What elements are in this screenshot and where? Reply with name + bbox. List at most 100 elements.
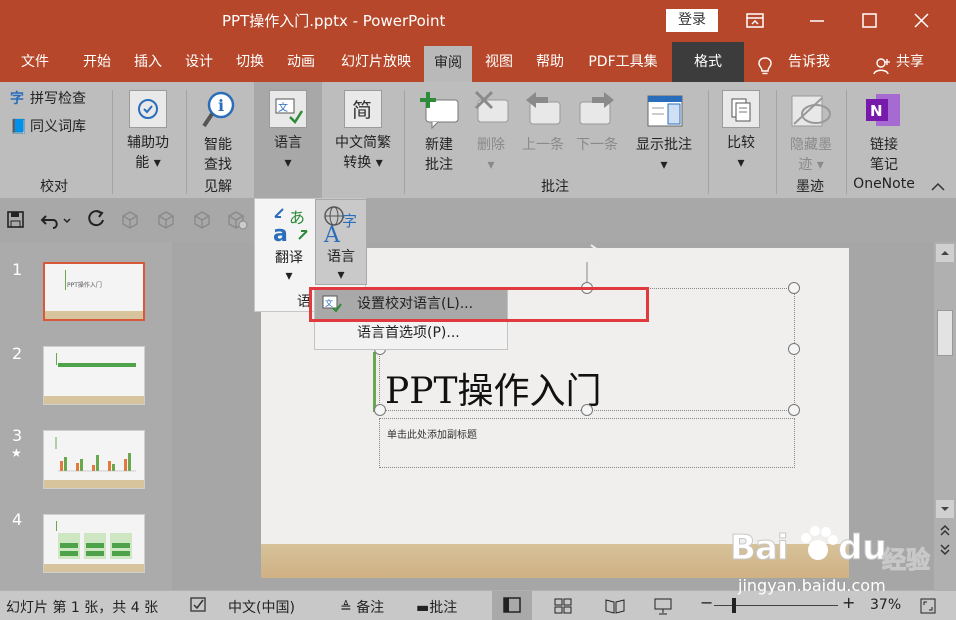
translate-dropdown-arrow: ▾ xyxy=(285,268,293,284)
smart-lookup-button[interactable]: i 智能 查找 xyxy=(190,88,246,174)
tab-format[interactable]: 格式 xyxy=(672,42,744,82)
group-separator xyxy=(708,90,709,194)
hide-ink-icon xyxy=(790,90,832,136)
slideshow-icon[interactable] xyxy=(652,596,674,620)
tab-design[interactable]: 设计 xyxy=(176,42,222,82)
svg-text:i: i xyxy=(218,96,224,115)
language-button[interactable]: 文 语言 ▾ xyxy=(254,88,322,174)
previous-slide-icon[interactable] xyxy=(936,522,954,542)
normal-view-button[interactable] xyxy=(492,591,532,620)
redo-icon[interactable] xyxy=(86,209,106,233)
minimize-icon[interactable] xyxy=(804,8,830,34)
scroll-thumb[interactable] xyxy=(937,310,953,356)
chinese-conversion-button[interactable]: 简 中文简繁 转换 ▾ xyxy=(326,88,400,174)
ribbon-display-icon[interactable] xyxy=(742,8,768,34)
next-comment-button[interactable]: 下一条 xyxy=(570,88,624,174)
normal-view-icon xyxy=(503,597,521,613)
3d-model-icon[interactable] xyxy=(192,210,212,234)
thumb-box xyxy=(58,533,80,559)
tab-transitions[interactable]: 切换 xyxy=(226,42,274,82)
baidu-paw-icon xyxy=(796,522,840,570)
maximize-icon[interactable] xyxy=(856,8,882,34)
tell-me-box[interactable]: 告诉我 xyxy=(754,42,838,82)
ink-group-label: 墨迹 xyxy=(796,179,824,195)
language-submenu-button[interactable]: A字 语言 ▾ xyxy=(315,199,367,285)
3d-model-icon[interactable] xyxy=(226,210,248,234)
language-preferences-item[interactable]: 语言首选项(P)... xyxy=(315,319,507,348)
tab-pdf-tools[interactable]: PDF工具集 xyxy=(580,42,666,82)
tab-review[interactable]: 审阅 xyxy=(424,46,472,82)
notes-button[interactable]: ≜ 备注 xyxy=(340,597,384,617)
scroll-down-icon[interactable] xyxy=(936,500,954,518)
translate-icon: aあ xyxy=(271,205,311,251)
quick-access-toolbar xyxy=(0,198,956,242)
tab-file[interactable]: 文件 xyxy=(6,42,64,82)
translate-button[interactable]: aあ 翻译 ▾ xyxy=(261,203,317,285)
thumb-floor xyxy=(44,480,144,488)
accessibility-check-icon[interactable] xyxy=(188,595,208,619)
undo-icon[interactable] xyxy=(40,210,74,234)
3d-model-icon[interactable] xyxy=(156,210,176,234)
slide-thumbnail-1[interactable]: PPT操作入门 xyxy=(43,262,145,321)
hide-ink-label-1: 隐藏墨 xyxy=(790,137,832,153)
tab-slideshow[interactable]: 幻灯片放映 xyxy=(330,42,422,82)
new-comment-icon xyxy=(418,90,462,136)
delete-comment-button[interactable]: 删除 ▾ xyxy=(468,88,514,174)
accessibility-label-2: 能 ▾ xyxy=(135,155,161,171)
show-comments-icon xyxy=(646,90,684,136)
slide-number: 1 xyxy=(12,260,23,279)
compare-button[interactable]: 比较 ▾ xyxy=(712,88,770,174)
linked-notes-button[interactable]: N 链接 笔记 xyxy=(850,88,918,174)
smart-lookup-label-1: 智能 xyxy=(204,137,232,153)
spell-check-button[interactable]: 字拼写检查 xyxy=(10,90,102,109)
previous-comment-button[interactable]: 上一条 xyxy=(516,88,570,174)
slide-thumbnail-3[interactable] xyxy=(43,430,145,489)
show-comments-button[interactable]: 显示批注 ▾ xyxy=(628,88,700,174)
thumb-accent-line xyxy=(56,521,57,531)
save-icon[interactable] xyxy=(6,210,26,234)
group-separator xyxy=(404,90,405,194)
svg-text:A: A xyxy=(323,223,341,244)
next-slide-icon[interactable] xyxy=(936,542,954,562)
tab-view[interactable]: 视图 xyxy=(476,42,522,82)
accessibility-icon xyxy=(129,90,167,128)
slide-sorter-icon[interactable] xyxy=(552,596,574,620)
thumb-accent-line xyxy=(65,270,66,290)
vertical-scrollbar[interactable] xyxy=(934,242,956,590)
thesaurus-button[interactable]: 📘 同义词库 xyxy=(10,118,102,137)
close-icon[interactable] xyxy=(908,8,934,34)
tab-help[interactable]: 帮助 xyxy=(526,42,574,82)
comments-status-button[interactable]: ▬批注 xyxy=(416,597,457,617)
group-separator xyxy=(846,90,847,194)
accessibility-button[interactable]: 辅助功 能 ▾ xyxy=(118,88,178,174)
share-button[interactable]: 共享 xyxy=(868,42,932,82)
proofing-group-label: 校对 xyxy=(40,179,68,195)
translate-label: 翻译 xyxy=(275,250,303,266)
svg-text:N: N xyxy=(870,102,883,120)
scroll-up-icon[interactable] xyxy=(936,244,954,262)
onenote-group-label: OneNote xyxy=(853,176,915,192)
thumb-floor xyxy=(45,311,143,319)
slide-thumbnail-4[interactable] xyxy=(43,514,145,573)
show-comments-label: 显示批注 xyxy=(636,137,692,153)
new-comment-label-1: 新建 xyxy=(425,137,453,153)
language-status[interactable]: 中文(中国) xyxy=(228,597,295,617)
login-button[interactable]: 登录 xyxy=(666,9,718,32)
tab-home[interactable]: 开始 xyxy=(72,42,122,82)
baidu-logo-text: Bai xyxy=(730,528,789,569)
ribbon-tab-bar: 文件 开始 插入 设计 切换 动画 幻灯片放映 审阅 视图 帮助 PDF工具集 … xyxy=(0,42,956,82)
3d-model-icon[interactable] xyxy=(120,210,140,234)
hide-ink-button[interactable]: 隐藏墨 迹 ▾ xyxy=(780,88,842,174)
collapse-ribbon-icon[interactable] xyxy=(928,178,948,198)
new-comment-button[interactable]: 新建 批注 xyxy=(410,88,468,174)
reading-view-icon[interactable] xyxy=(604,596,626,620)
comments-group-label: 批注 xyxy=(541,179,569,195)
language-icon: 文 xyxy=(269,90,307,128)
slide-thumbnail-2[interactable] xyxy=(43,346,145,405)
zoom-out-icon[interactable]: − xyxy=(700,593,713,612)
language-globe-icon: A字 xyxy=(322,204,362,250)
delete-comment-label: 删除 xyxy=(477,137,505,153)
baidu-jingyan-text: 经验 xyxy=(882,546,931,575)
tab-animations[interactable]: 动画 xyxy=(278,42,324,82)
tab-insert[interactable]: 插入 xyxy=(124,42,172,82)
